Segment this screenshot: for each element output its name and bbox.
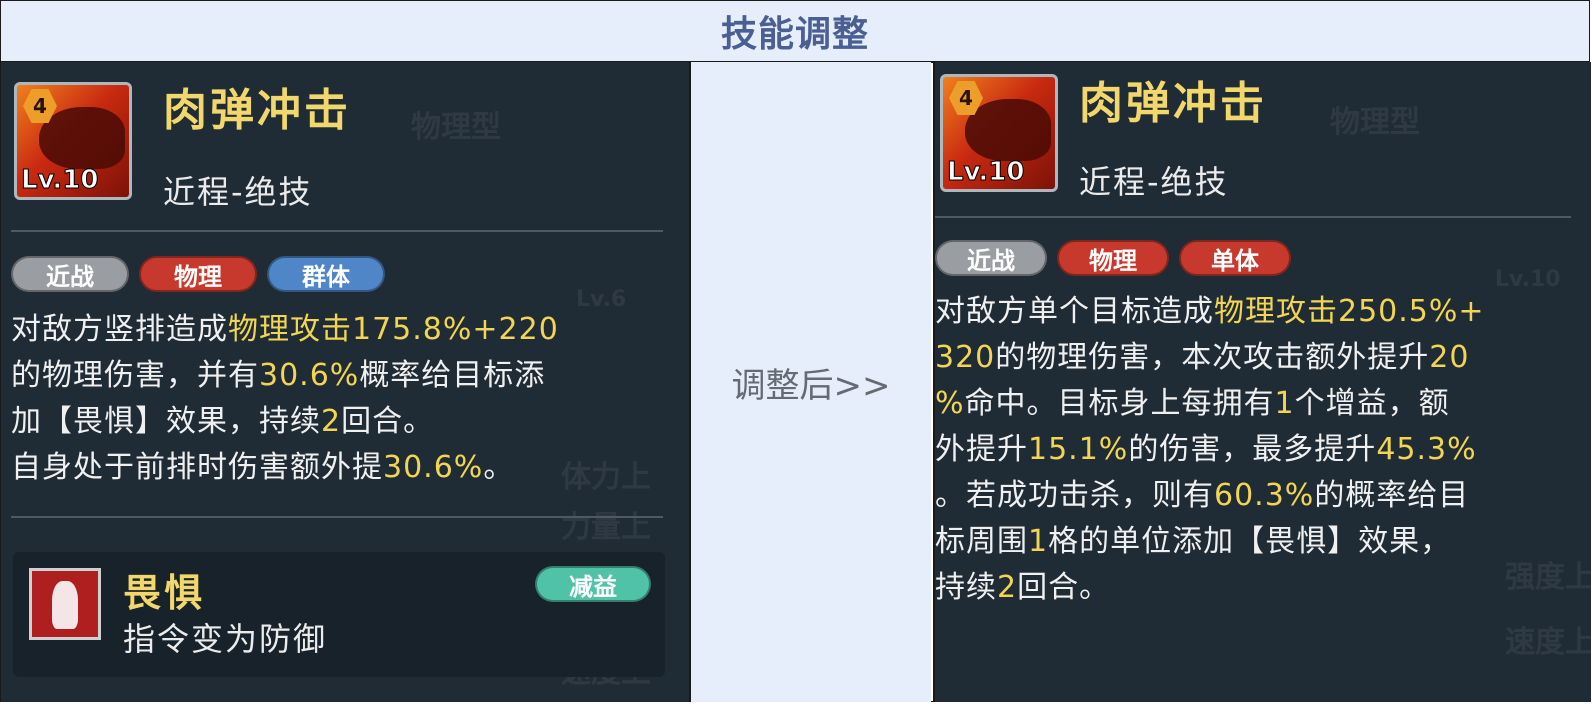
description-text: 。若成功击杀，则有 bbox=[935, 478, 1214, 513]
description-line: 自身处于前排时伤害额外提30.6%。 bbox=[11, 445, 681, 491]
status-effect-card: 畏惧 指令变为防御 减益 bbox=[13, 552, 665, 677]
description-text: 回合。 bbox=[1017, 570, 1111, 605]
description-text: 格的单位添加【畏惧】效果， bbox=[1048, 524, 1452, 559]
highlight-value: 20 bbox=[1429, 340, 1470, 375]
highlight-value: 1 bbox=[1028, 524, 1049, 559]
skill-type: 近程-绝技 bbox=[163, 173, 313, 211]
divider bbox=[11, 516, 663, 518]
tag-physical: 物理 bbox=[1057, 240, 1169, 276]
highlight-value: 30.6% bbox=[383, 450, 484, 485]
description-text: 的伤害，最多提升 bbox=[1128, 432, 1377, 467]
description-text: 外提升 bbox=[935, 432, 1028, 467]
watermark-text: 物理型 bbox=[1330, 105, 1420, 140]
watermark-text: 物理型 bbox=[411, 110, 501, 145]
description-text: 的概率给目 bbox=[1314, 478, 1470, 513]
description-text: 对敌方单个目标造成 bbox=[935, 294, 1214, 329]
highlight-value: 物理攻击250.5%+ bbox=[1214, 294, 1485, 329]
description-text: 的物理伤害，并有 bbox=[11, 358, 259, 393]
description-text: 个增益，额 bbox=[1294, 386, 1450, 421]
description-line: 标周围1格的单位添加【畏惧】效果， bbox=[935, 519, 1587, 565]
skill-card-before: 物理型 体力上 力量上 速度上 Lv.6 4 Lv.10 肉弹冲击 近程-绝技 … bbox=[1, 62, 691, 702]
highlight-value: 物理攻击175.8%+220 bbox=[228, 312, 559, 347]
skill-level: Lv.10 bbox=[946, 157, 1025, 188]
description-text: 。 bbox=[483, 450, 515, 485]
description-text: 加【畏惧】效果，持续 bbox=[11, 404, 321, 439]
description-line: 对敌方竖排造成物理攻击175.8%+220 bbox=[11, 307, 681, 353]
description-text: 回合。 bbox=[341, 404, 435, 439]
status-effect-desc: 指令变为防御 bbox=[123, 620, 328, 658]
description-line: %命中。目标身上每拥有1个增益，额 bbox=[935, 381, 1587, 427]
beast-charge-icon[interactable]: 4 Lv.10 bbox=[14, 82, 132, 200]
skill-name: 肉弹冲击 bbox=[1079, 78, 1267, 129]
divider bbox=[11, 230, 663, 232]
description-text: 对敌方竖排造成 bbox=[11, 312, 228, 347]
beast-silhouette bbox=[965, 99, 1051, 161]
skill-level: Lv.10 bbox=[20, 165, 99, 196]
description-text: 的物理伤害，本次攻击额外提升 bbox=[995, 340, 1430, 375]
tag-physical: 物理 bbox=[139, 256, 257, 292]
description-text: 持续 bbox=[935, 570, 997, 605]
description-text: 自身处于前排时伤害额外提 bbox=[11, 450, 383, 485]
skill-type: 近程-绝技 bbox=[1079, 163, 1229, 201]
highlight-value: 1 bbox=[1274, 386, 1295, 421]
highlight-value: 15.1% bbox=[1028, 432, 1129, 467]
fear-figure-icon[interactable] bbox=[29, 568, 101, 640]
divider bbox=[935, 216, 1571, 218]
description-text: 概率给目标添 bbox=[359, 358, 546, 393]
page-title: 技能调整 bbox=[720, 14, 869, 55]
description-line: 持续2回合。 bbox=[935, 565, 1587, 611]
description-line: 。若成功击杀，则有60.3%的概率给目 bbox=[935, 473, 1587, 519]
table-header: 技能调整 bbox=[1, 1, 1589, 63]
description-line: 外提升15.1%的伤害，最多提升45.3% bbox=[935, 427, 1587, 473]
watermark-text: 力量上 bbox=[561, 510, 651, 545]
highlight-value: 30.6% bbox=[259, 358, 360, 393]
after-adjust-label: 调整后>> bbox=[731, 365, 891, 406]
description-line: 320的物理伤害，本次攻击额外提升20 bbox=[935, 335, 1587, 381]
highlight-value: 2 bbox=[997, 570, 1018, 605]
debuff-badge: 减益 bbox=[535, 566, 651, 602]
highlight-value: % bbox=[935, 386, 965, 421]
description-line: 对敌方单个目标造成物理攻击250.5%+ bbox=[935, 289, 1587, 335]
description-line: 的物理伤害，并有30.6%概率给目标添 bbox=[11, 353, 681, 399]
highlight-value: 60.3% bbox=[1214, 478, 1315, 513]
highlight-value: 320 bbox=[935, 340, 996, 375]
tag-single: 单体 bbox=[1179, 240, 1291, 276]
skill-description: 对敌方单个目标造成物理攻击250.5%+ 320的物理伤害，本次攻击额外提升20%… bbox=[935, 289, 1587, 611]
watermark-text: 速度上 bbox=[1505, 625, 1591, 660]
skill-name: 肉弹冲击 bbox=[163, 85, 351, 136]
description-text: 命中。目标身上每拥有 bbox=[964, 386, 1275, 421]
skill-card-after: 物理型 强度上 速度上 Lv.10 4 Lv.10 肉弹冲击 近程-绝技 近战 … bbox=[933, 62, 1591, 702]
change-arrow-cell: 调整后>> bbox=[691, 62, 931, 702]
skill-description: 对敌方竖排造成物理攻击175.8%+220 的物理伤害，并有30.6%概率给目标添… bbox=[11, 307, 681, 491]
description-text: 标周围 bbox=[935, 524, 1028, 559]
beast-silhouette bbox=[39, 107, 125, 169]
highlight-value: 45.3% bbox=[1376, 432, 1477, 467]
figure-shape bbox=[52, 581, 78, 629]
description-line: 加【畏惧】效果，持续2回合。 bbox=[11, 399, 681, 445]
tag-melee: 近战 bbox=[11, 256, 129, 292]
tag-melee: 近战 bbox=[935, 240, 1047, 276]
beast-charge-icon[interactable]: 4 Lv.10 bbox=[940, 74, 1058, 192]
tag-group: 群体 bbox=[267, 256, 385, 292]
status-effect-name: 畏惧 bbox=[123, 571, 206, 615]
highlight-value: 2 bbox=[321, 404, 342, 439]
